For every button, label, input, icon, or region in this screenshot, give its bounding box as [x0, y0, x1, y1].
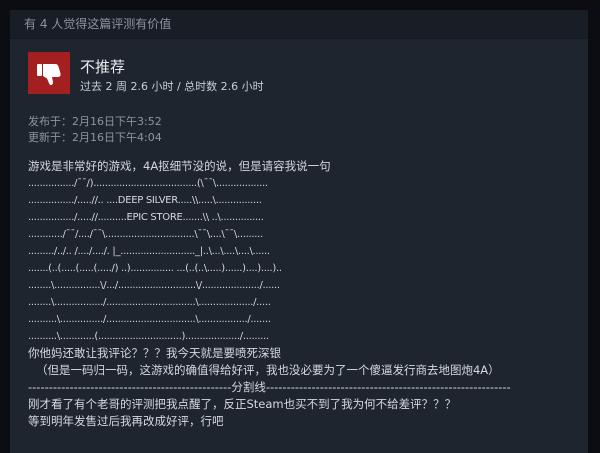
- helpful-count-text: 有 4 人觉得这篇评测有价值: [10, 10, 588, 39]
- body-line: 刚才看了有个老哥的评测把我点醒了，反正Steam也买不到了我为何不给差评？？？: [28, 397, 457, 411]
- posted-label: 发布于：: [28, 115, 72, 128]
- updated-date: 更新于：2月16日下午4:04: [28, 130, 162, 146]
- review-panel: 有 4 人觉得这篇评测有价值 不推荐 过去 2 周 2.6 小时 / 总时数 2…: [10, 10, 588, 453]
- verdict-title[interactable]: 不推荐: [80, 56, 125, 77]
- playtime-hours: 过去 2 周 2.6 小时 / 总时数 2.6 小时: [80, 80, 264, 93]
- posted-date: 发布于：2月16日下午3:52: [28, 114, 162, 130]
- body-line: （但是一码归一码，这游戏的确值得给好评，我也没必要为了一个傻逼发行商去地图炮4A…: [36, 363, 500, 377]
- body-line: 等到明年发售过后我再改成好评，行吧: [28, 414, 224, 428]
- updated-label: 更新于：: [28, 131, 72, 144]
- ascii-art-line: ................/¯¯/)...................…: [28, 178, 268, 189]
- ascii-art-line: ..........\............(................…: [28, 331, 269, 342]
- ascii-art-line: ................/.....//.. ....DEEP SILV…: [28, 195, 262, 206]
- updated-value: 2月16日下午4:04: [72, 131, 162, 144]
- thumbs-down-icon[interactable]: [28, 52, 70, 94]
- posted-value: 2月16日下午3:52: [72, 115, 162, 128]
- body-line: 你他妈还敢让我评论？？？我今天就是要喷死深银: [28, 346, 281, 360]
- divider-line: ----------------------------------------…: [28, 380, 511, 394]
- ascii-art-line: ........\................./.............…: [28, 297, 271, 308]
- review-body: 游戏是非常好的游戏，4A抠细节没的说，但是请容我说一句 ............…: [28, 158, 588, 430]
- review-dates: 发布于：2月16日下午3:52 更新于：2月16日下午4:04: [28, 114, 162, 146]
- ascii-art-line: ..........\.............../.............…: [28, 314, 271, 325]
- ascii-art-line: ................/.....//..........EPIC S…: [28, 212, 264, 223]
- ascii-art-line: ........\................\/.../.........…: [28, 280, 280, 291]
- body-line: 游戏是非常好的游戏，4A抠细节没的说，但是请容我说一句: [28, 159, 331, 173]
- ascii-art-line: .......(..(.....(.....(...../) ..)......…: [28, 263, 282, 274]
- ascii-art-line: ............/¯¯/..../¯¯\................…: [28, 229, 263, 240]
- ascii-art-line: ........./../.. /..../..../. |_.........…: [28, 246, 270, 257]
